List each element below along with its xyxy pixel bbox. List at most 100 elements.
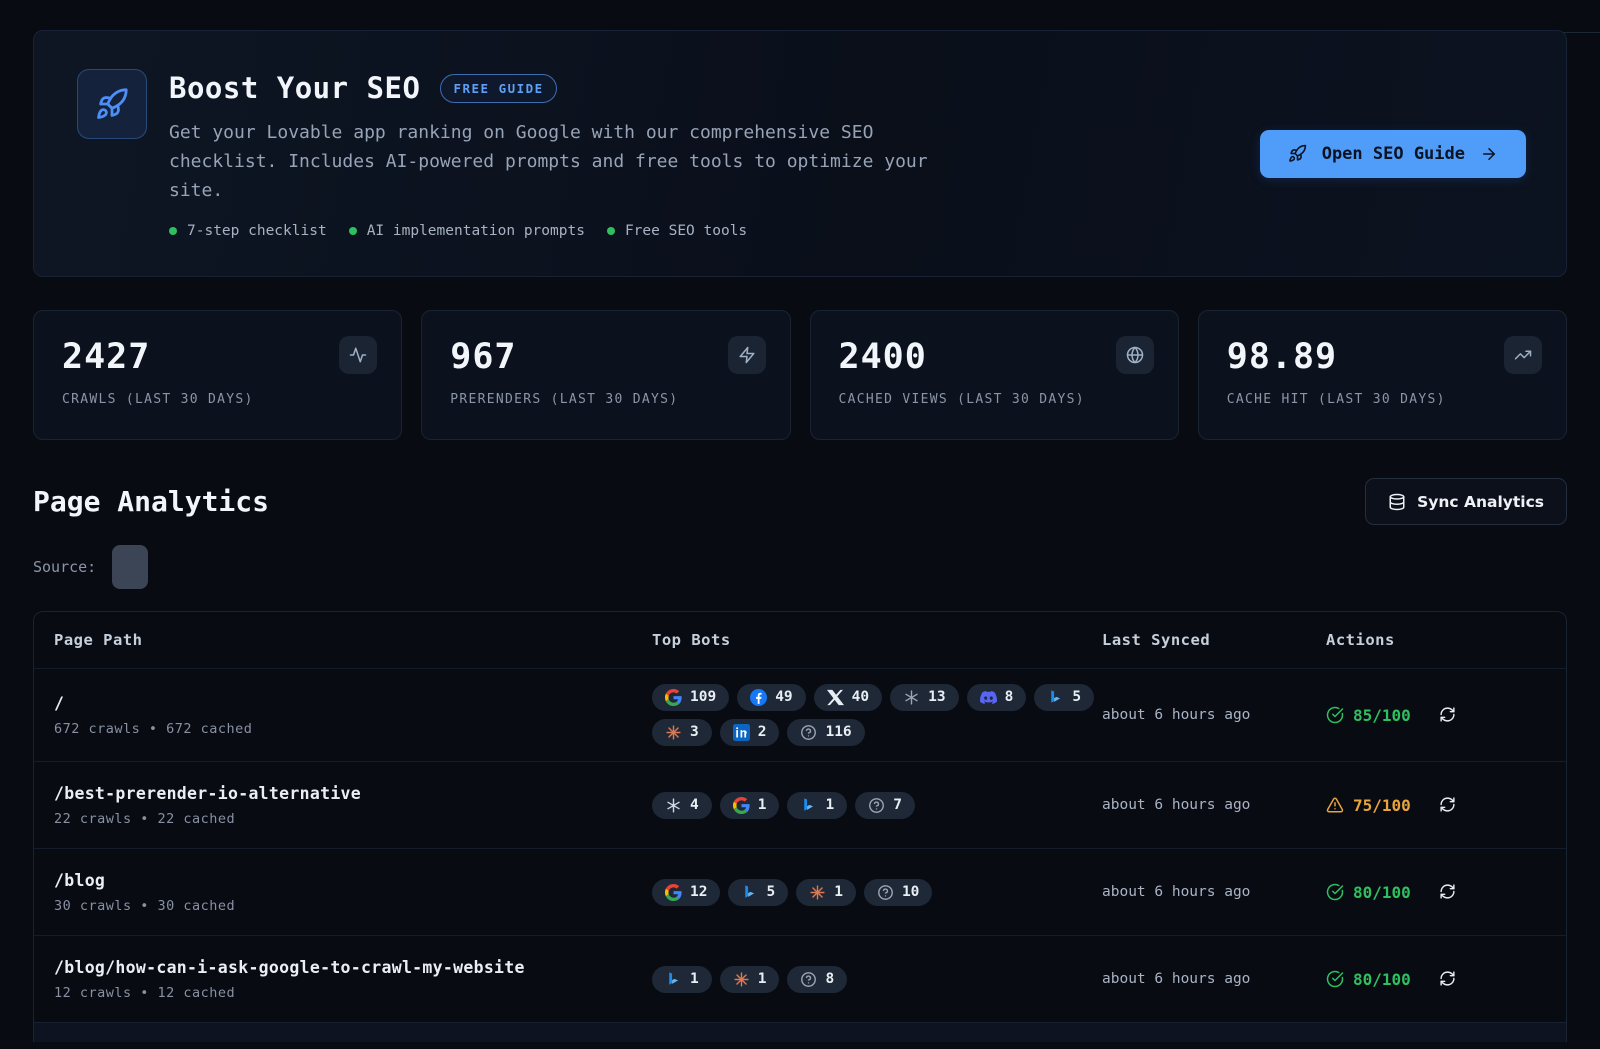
bot-pill: 1: [652, 966, 712, 993]
free-guide-badge: FREE GUIDE: [440, 74, 556, 103]
bot-pill: 1: [796, 879, 856, 906]
bot-pill: 4: [652, 792, 712, 819]
banner-title: Boost Your SEO: [169, 71, 420, 105]
bot-pill: 10: [864, 879, 932, 906]
bot-pill: 12: [652, 879, 720, 906]
source-segments: [112, 545, 187, 589]
unknown-bot-icon: [877, 884, 894, 901]
discord-icon: [980, 689, 997, 706]
bot-pill: 109: [652, 684, 729, 711]
table-body: / 672 crawls • 672 cached 109 49 40 13 8…: [34, 668, 1566, 1022]
bot-pill: 7: [855, 792, 915, 819]
page-path[interactable]: /blog/how-can-i-ask-google-to-crawl-my-w…: [54, 958, 652, 977]
bot-pill: 40: [814, 684, 882, 711]
activity-icon: [349, 346, 367, 364]
database-icon: [1388, 493, 1406, 511]
seo-promo-banner: Boost Your SEO FREE GUIDE Get your Lovab…: [33, 30, 1567, 277]
bot-pill: 1: [720, 792, 780, 819]
feature-label: AI implementation prompts: [367, 223, 585, 239]
spider-icon: [665, 797, 682, 814]
stats-row: 2427 CRAWLS (LAST 30 DAYS) 967 PRERENDER…: [33, 310, 1567, 440]
bot-pill: 1: [787, 792, 847, 819]
feature-item: 7-step checklist: [169, 223, 327, 239]
source-label: Source:: [33, 558, 96, 576]
bot-pill: 116: [787, 719, 864, 746]
feature-list: 7-step checklist AI implementation prompt…: [169, 223, 954, 239]
claude-icon: [809, 884, 826, 901]
page-analytics-table: Page Path Top Bots Last Synced Actions /…: [33, 611, 1567, 1042]
actions-cell: 80/100: [1326, 883, 1566, 902]
stat-label: CACHED VIEWS (LAST 30 DAYS): [839, 392, 1150, 407]
table-header: Page Path Top Bots Last Synced Actions: [34, 612, 1566, 668]
table-row-partial: [34, 1022, 1566, 1042]
feature-item: AI implementation prompts: [349, 223, 585, 239]
refresh-button[interactable]: [1439, 970, 1457, 988]
check-circle-icon: [1326, 883, 1344, 901]
x-icon: [827, 689, 844, 706]
page-path-cell: /blog/how-can-i-ask-google-to-crawl-my-w…: [54, 958, 652, 1001]
stat-card: 2427 CRAWLS (LAST 30 DAYS): [33, 310, 402, 440]
bing-icon: [741, 884, 758, 901]
top-bots-cell: 12 5 1 10: [652, 879, 1102, 906]
stat-value: 967: [450, 337, 761, 377]
bot-pill: 5: [728, 879, 788, 906]
refresh-button[interactable]: [1439, 883, 1457, 901]
bot-pill: 1: [720, 966, 780, 993]
stat-card: 2400 CACHED VIEWS (LAST 30 DAYS): [810, 310, 1179, 440]
table-row: / 672 crawls • 672 cached 109 49 40 13 8…: [34, 668, 1566, 761]
arrow-right-icon: [1480, 145, 1498, 163]
claude-icon: [733, 971, 750, 988]
rocket-icon-box: [77, 69, 147, 139]
last-synced: about 6 hours ago: [1102, 971, 1326, 987]
top-bots-cell: 1 1 8: [652, 966, 1102, 993]
refresh-icon: [1439, 706, 1456, 723]
page-meta: 672 crawls • 672 cached: [54, 721, 652, 737]
top-bots-cell: 109 49 40 13 8 5 3 2 116: [652, 684, 1102, 746]
actions-cell: 85/100: [1326, 706, 1566, 725]
refresh-button[interactable]: [1439, 706, 1457, 724]
stat-value: 2427: [62, 337, 373, 377]
open-seo-guide-button[interactable]: Open SEO Guide: [1260, 130, 1526, 178]
bot-pill: 49: [737, 684, 805, 711]
green-dot-icon: [349, 227, 357, 235]
bot-pill: 2: [720, 719, 780, 746]
trending-up-icon-box: [1504, 336, 1542, 374]
refresh-icon: [1439, 970, 1456, 987]
page-meta: 30 crawls • 30 cached: [54, 898, 652, 914]
source-option-sitemap-only[interactable]: [112, 545, 148, 589]
page-path[interactable]: /blog: [54, 871, 652, 890]
actions-cell: 80/100: [1326, 970, 1566, 989]
zap-icon: [738, 346, 756, 364]
rocket-icon: [95, 87, 129, 121]
unknown-bot-icon: [800, 724, 817, 741]
activity-icon-box: [339, 336, 377, 374]
stat-card: 98.89 CACHE HIT (LAST 30 DAYS): [1198, 310, 1567, 440]
green-dot-icon: [169, 227, 177, 235]
top-bots-cell: 4 1 1 7: [652, 792, 1102, 819]
page-path-cell: / 672 crawls • 672 cached: [54, 694, 652, 737]
stat-card: 967 PRERENDERS (LAST 30 DAYS): [421, 310, 790, 440]
source-filter: Source:: [33, 545, 1567, 589]
globe-icon: [1126, 346, 1144, 364]
check-circle-icon: [1326, 706, 1344, 724]
warning-icon: [1326, 796, 1344, 814]
page-path[interactable]: /best-prerender-io-alternative: [54, 784, 652, 803]
stat-label: CACHE HIT (LAST 30 DAYS): [1227, 392, 1538, 407]
claude-icon: [665, 724, 682, 741]
page-path[interactable]: /: [54, 694, 652, 713]
refresh-icon: [1439, 796, 1456, 813]
source-option-all-urls[interactable]: [151, 545, 187, 589]
sync-analytics-button[interactable]: Sync Analytics: [1365, 478, 1567, 525]
bing-icon: [665, 971, 682, 988]
feature-label: Free SEO tools: [625, 223, 747, 239]
bot-pill: 3: [652, 719, 712, 746]
google-icon: [665, 884, 682, 901]
refresh-button[interactable]: [1439, 796, 1457, 814]
google-icon: [733, 797, 750, 814]
last-synced: about 6 hours ago: [1102, 707, 1326, 723]
page-meta: 22 crawls • 22 cached: [54, 811, 652, 827]
stat-label: PRERENDERS (LAST 30 DAYS): [450, 392, 761, 407]
bot-pill: 8: [787, 966, 847, 993]
facebook-icon: [750, 689, 767, 706]
stat-label: CRAWLS (LAST 30 DAYS): [62, 392, 373, 407]
